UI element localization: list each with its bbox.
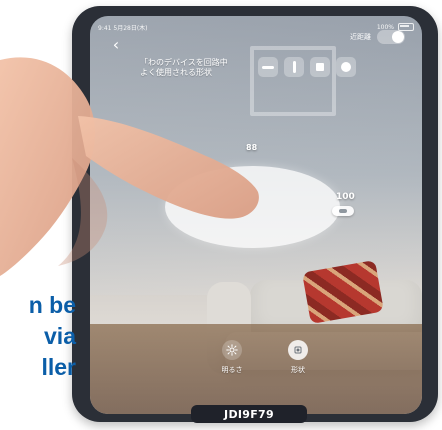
brightness-icon [222, 340, 242, 360]
circle-icon [341, 62, 351, 72]
light-shape-ellipse[interactable] [165, 166, 340, 248]
toggle-knob [392, 31, 404, 43]
shape-horizontal-line-button[interactable] [258, 57, 278, 77]
status-time-date: 9:41 5月28日(木) [98, 24, 148, 32]
sun-icon [226, 344, 238, 356]
caption-line-2: via [44, 323, 76, 349]
shape-square-button[interactable] [310, 57, 330, 77]
caption-line-1: n be [28, 292, 76, 318]
near-distance-toggle-group: 近距離 [350, 30, 405, 44]
horizontal-line-icon [262, 65, 274, 69]
resize-handle[interactable] [332, 206, 354, 216]
shape-glyph-icon [294, 346, 302, 354]
square-icon [316, 63, 324, 71]
back-button[interactable]: ‹ [106, 34, 126, 54]
near-distance-toggle[interactable] [377, 30, 405, 44]
vertical-line-icon [292, 61, 296, 73]
toggle-label: 近距離 [350, 33, 371, 41]
shape-circle-button[interactable] [336, 57, 356, 77]
caption-line-3: ller [41, 354, 76, 380]
shape-vertical-line-button[interactable] [284, 57, 304, 77]
right-value-label: 100 [336, 192, 355, 202]
chevron-left-icon: ‹ [112, 34, 120, 54]
shape-button-group [258, 57, 356, 77]
device-id-badge: JDI9F79 [191, 405, 307, 423]
brightness-label: 明るさ [221, 366, 243, 374]
shape-icon [288, 340, 308, 360]
top-value-label: 88 [246, 143, 258, 152]
left-caption: n be via ller [6, 290, 76, 383]
brightness-control[interactable]: 明るさ [214, 340, 250, 375]
bottom-controls: 明るさ 形状 [214, 340, 316, 375]
shape-control[interactable]: 形状 [280, 340, 316, 375]
instruction-text: 「わのデバイスを回路中 よく使用される形状 [140, 58, 228, 77]
shape-label: 形状 [291, 366, 305, 374]
